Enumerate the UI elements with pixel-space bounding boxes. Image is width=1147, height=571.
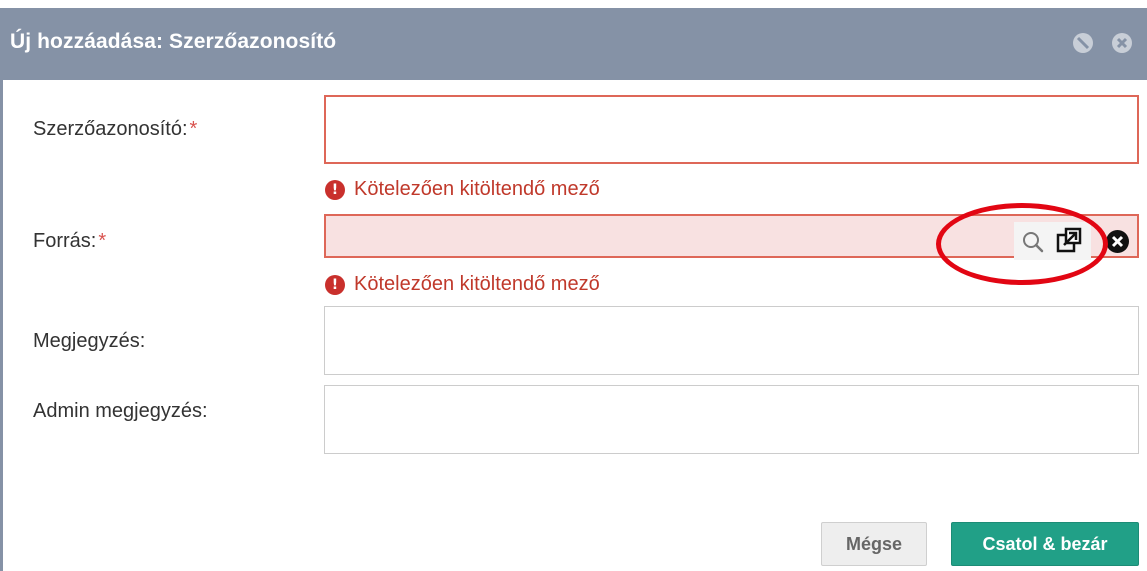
source-error-text: Kötelezően kitöltendő mező [354,273,600,295]
admin-note-input[interactable] [324,385,1139,454]
required-marker: * [189,118,198,140]
dialog-title: Új hozzáadása: Szerzőazonosító [10,30,337,53]
source-error: ! Kötelezően kitöltendő mező [325,273,600,296]
error-icon: ! [325,179,345,200]
author-id-error-text: Kötelezően kitöltendő mező [354,178,600,200]
attach-and-close-button[interactable]: Csatol & bezár [951,522,1139,566]
error-icon: ! [325,274,345,295]
author-id-input[interactable] [324,95,1139,164]
author-id-label: Szerzőazonosító: * [33,118,197,141]
clear-icon[interactable] [1106,230,1129,253]
search-icon[interactable] [1021,230,1045,254]
note-label: Megjegyzés: [33,330,146,352]
source-label: Forrás: * [33,230,106,253]
source-label-text: Forrás: [33,230,97,252]
admin-note-label: Admin megjegyzés: [33,400,208,422]
external-link-icon[interactable] [1055,226,1085,256]
required-marker: * [98,230,107,252]
close-circle-icon[interactable] [1112,33,1132,53]
dialog-titlebar: Új hozzáadása: Szerzőazonosító [0,8,1147,80]
author-id-error: ! Kötelezően kitöltendő mező [325,178,600,201]
note-input[interactable] [324,306,1139,375]
minimize-circle-icon[interactable] [1073,33,1093,53]
author-id-label-text: Szerzőazonosító: [33,118,188,140]
cancel-button[interactable]: Mégse [821,522,927,566]
add-new-dialog: Új hozzáadása: Szerzőazonosító Szerzőazo… [0,8,1147,571]
